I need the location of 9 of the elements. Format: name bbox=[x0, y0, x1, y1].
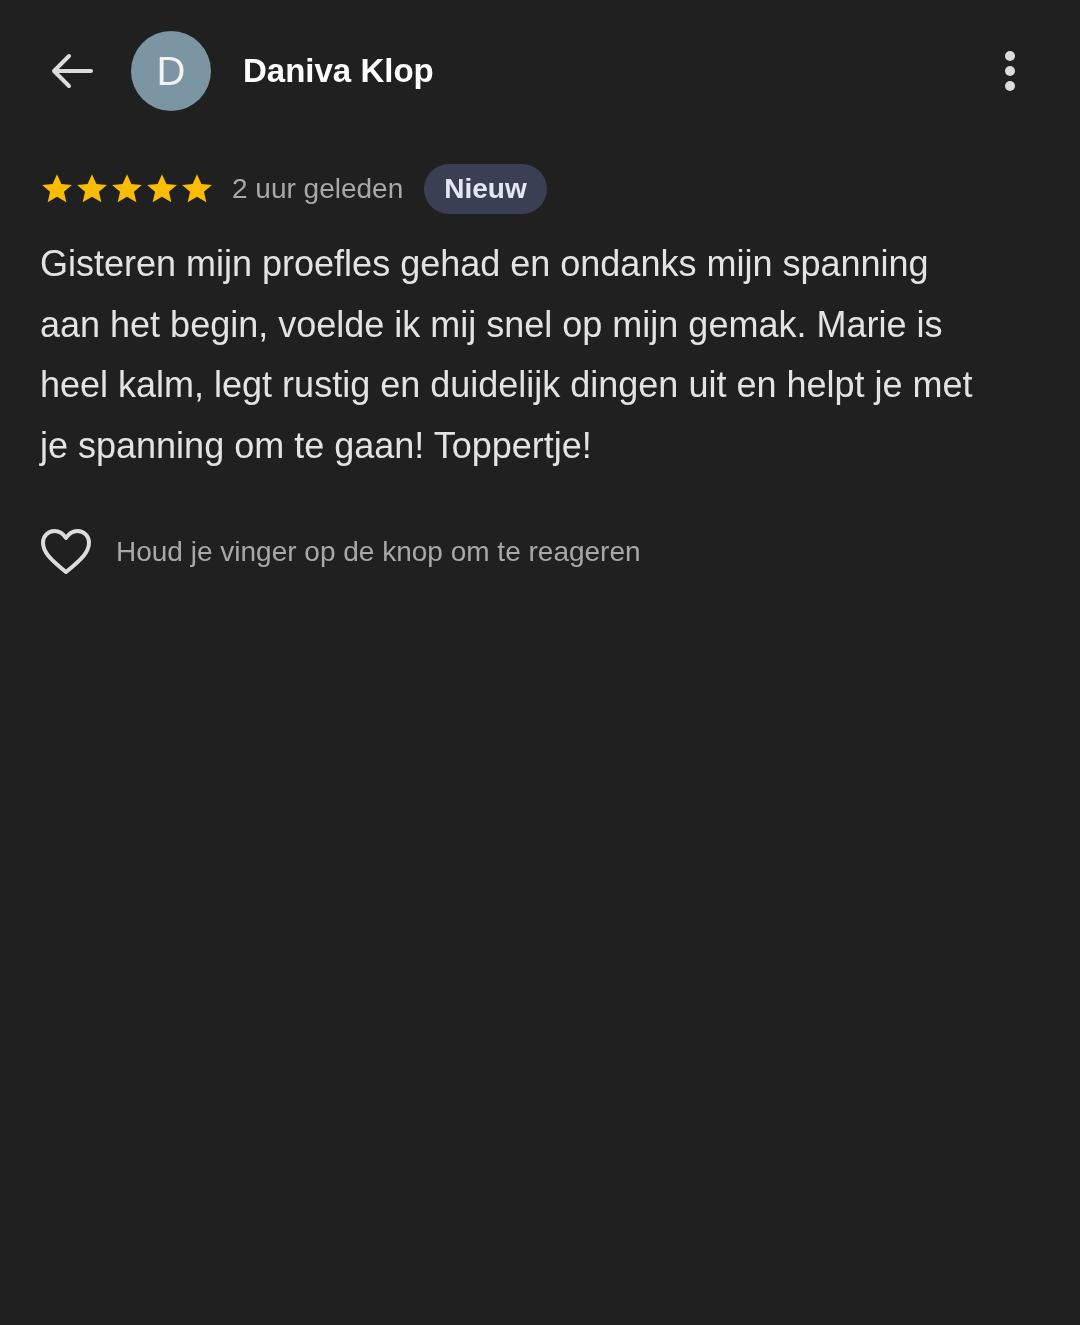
back-arrow-icon[interactable] bbox=[49, 53, 93, 89]
new-badge: Nieuw bbox=[424, 164, 547, 214]
reviewer-name: Daniva Klop bbox=[243, 52, 435, 90]
more-options-icon[interactable] bbox=[1004, 50, 1016, 92]
review-text: Gisteren mijn proefles gehad en ondanks mijn spanning aan het begin, voelde ik mij snel op mijn gemak. Marie is heel kalm, legt rustig en duidelijk dingen uit en helpt je met je spanning om te gaan! Toppertje! bbox=[40, 242, 974, 468]
avatar: D bbox=[131, 31, 211, 111]
reaction-hint: Houd je vinger op de knop om te reageren bbox=[116, 536, 641, 568]
heart-icon[interactable] bbox=[40, 528, 92, 576]
review-time: 2 uur geleden bbox=[232, 173, 404, 205]
